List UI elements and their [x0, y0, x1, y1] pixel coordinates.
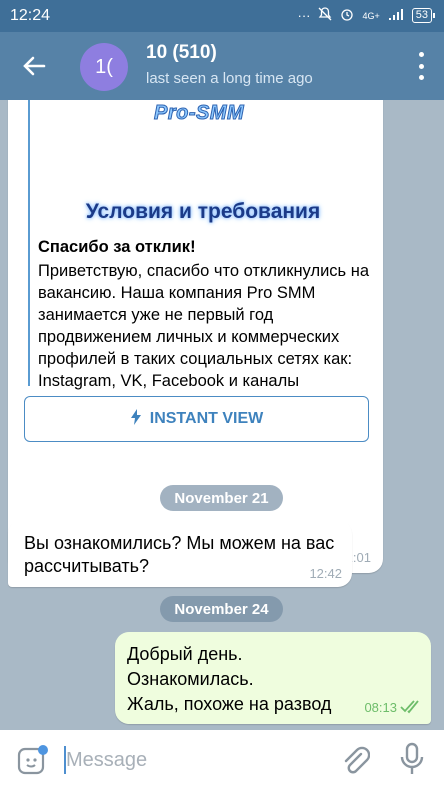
message-text: Добрый день. Ознакомилась. Жаль, похоже …: [127, 642, 367, 717]
date-separator: November 21: [160, 485, 283, 511]
alarm-icon: [340, 7, 354, 24]
battery-icon: 53: [411, 8, 436, 23]
avatar[interactable]: 1(: [80, 43, 128, 91]
message-line: Жаль, похоже на развод: [127, 694, 332, 714]
status-time: 12:24: [10, 7, 51, 24]
article-body: Приветствую, спасибо что откликнулись на…: [38, 262, 370, 390]
message-line: Ознакомилась.: [127, 669, 254, 689]
attach-icon[interactable]: [340, 744, 371, 776]
article-subheading: Спасибо за отклик!: [38, 238, 196, 256]
network-label: 4G+: [362, 10, 380, 21]
preview-accent-bar: [28, 100, 30, 386]
chat-header: 1( 10 (510) last seen a long time ago: [0, 32, 444, 100]
brand-logo: Pro-SMM: [153, 102, 245, 125]
back-arrow-icon[interactable]: [18, 50, 50, 82]
more-notifications-icon: ···: [297, 8, 311, 23]
article-heading: Условия и требования: [85, 200, 321, 223]
date-separator: November 24: [160, 596, 283, 622]
message-line: Добрый день.: [127, 644, 243, 664]
mute-icon: [318, 7, 332, 24]
message-input[interactable]: Message: [66, 746, 316, 774]
message-list[interactable]: Pro-SMM Условия и требования Спасибо за …: [0, 100, 444, 730]
outgoing-message[interactable]: Добрый день. Ознакомилась. Жаль, похоже …: [115, 632, 431, 724]
read-checkmarks-icon: [399, 698, 423, 714]
status-bar: 12:24 ··· 4G+ 53: [0, 0, 444, 32]
last-seen-status: last seen a long time ago: [146, 70, 313, 87]
lightning-icon: [130, 408, 142, 430]
incoming-message[interactable]: Вы ознакомились? Мы можем на вас рассчит…: [8, 520, 352, 587]
more-options-icon[interactable]: [416, 52, 426, 80]
chat-title[interactable]: 10 (510): [146, 42, 217, 64]
message-time: 08:13: [364, 700, 397, 715]
message-time: 12:42: [309, 566, 342, 581]
status-icons: ··· 4G+ 53: [297, 7, 436, 24]
sticker-icon[interactable]: [16, 744, 48, 776]
microphone-icon[interactable]: [398, 742, 426, 776]
instant-view-label: INSTANT VIEW: [149, 410, 264, 427]
signal-icon: [388, 8, 404, 24]
instant-view-button[interactable]: INSTANT VIEW: [24, 396, 369, 442]
message-text: Вы ознакомились? Мы можем на вас рассчит…: [24, 533, 335, 576]
message-composer: Message: [0, 730, 444, 790]
